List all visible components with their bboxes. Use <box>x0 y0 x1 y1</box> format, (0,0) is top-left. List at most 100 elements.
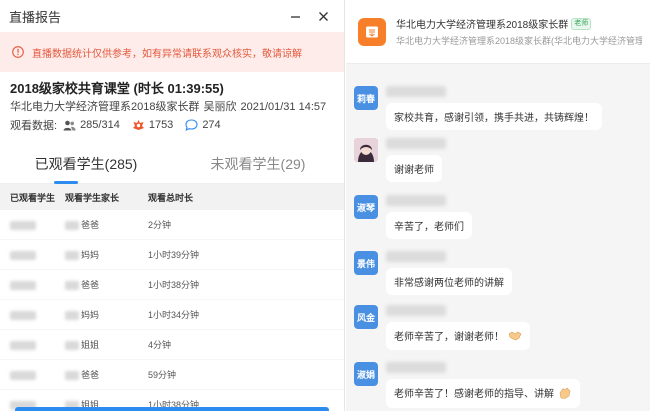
window-title: 直播报告 <box>9 9 62 25</box>
parent-relation: 爸爸 <box>81 220 100 230</box>
sender-name-blurred <box>386 362 446 373</box>
parent-relation: 爸爸 <box>81 370 100 380</box>
message-bubble[interactable]: 老师辛苦了！感谢老师的指导、讲解 <box>386 379 580 408</box>
parent-name-blurred <box>65 221 79 231</box>
chat-message: 风金 老师辛苦了，谢谢老师！ <box>354 305 530 351</box>
watch-stats: 观看数据: 285/314 1753 274 <box>10 116 334 134</box>
student-name-blurred <box>10 250 36 260</box>
sender-avatar[interactable]: 风金 <box>354 305 378 329</box>
report-info: 2018级家校共育课堂 (时长 01:39:55) 华北电力大学经济管理系201… <box>0 72 344 134</box>
likes-stat: 1753 <box>132 119 173 131</box>
likes-count: 1753 <box>148 119 174 131</box>
table-header: 已观看学生 观看学生家长 观看总时长 <box>0 184 344 210</box>
duration-cell: 1小时39分钟 <box>148 250 200 260</box>
duration-cell: 1小时34分钟 <box>148 310 200 320</box>
parent-name-blurred <box>65 311 79 321</box>
student-name-blurred <box>10 370 36 380</box>
table-row[interactable]: 妈妈 1小时34分钟 <box>0 300 344 330</box>
minimize-icon <box>290 15 300 18</box>
clap-emoji-icon <box>558 387 572 402</box>
table-row[interactable]: 爸爸 2分钟 <box>0 210 344 240</box>
comment-bubble-icon <box>185 119 198 131</box>
message-bubble[interactable]: 非常感谢两位老师的讲解 <box>386 268 512 295</box>
sender-name-blurred <box>386 138 446 149</box>
viewers-count: 285/314 <box>80 119 120 131</box>
sender-avatar[interactable]: 淑琴 <box>354 195 378 219</box>
teacher-badge: 老师 <box>571 17 592 30</box>
chat-group-name: 华北电力大学经济管理系2018级家长群 <box>396 20 569 31</box>
student-name-blurred <box>10 220 36 230</box>
student-name-blurred <box>10 280 36 290</box>
report-meta: 华北电力大学经济管理系2018级家长群 吴丽欣 2021/01/31 14:57 <box>10 98 334 114</box>
parent-relation: 妈妈 <box>81 310 100 320</box>
message-bubble[interactable]: 谢谢老师 <box>386 155 442 182</box>
duration-cell: 2分钟 <box>148 220 172 230</box>
host-name: 吴丽欣 <box>203 101 237 113</box>
parent-name-blurred <box>65 281 79 291</box>
girl-avatar-icon <box>354 138 378 162</box>
group-name: 华北电力大学经济管理系2018级家长群 <box>10 101 200 113</box>
parent-name-blurred <box>65 251 79 261</box>
sender-avatar[interactable]: 景伟 <box>354 251 378 275</box>
col-student: 已观看学生 <box>10 192 56 203</box>
handshake-emoji-icon <box>508 330 522 344</box>
people-icon <box>63 120 76 130</box>
chat-message: 莉春 家校共育，感谢引领，携手共进，共铸辉煌！ <box>354 86 602 130</box>
group-chat-panel: 华北电力大学经济管理系2018级家长群 老师 华北电力大学经济管理系2018级家… <box>346 0 650 411</box>
data-notice-banner: 直播数据统计仅供参考，如有异常请联系观众核实，敬请谅解 <box>0 32 344 72</box>
student-name-blurred <box>10 310 36 320</box>
duration-cell: 59分钟 <box>148 370 177 380</box>
table-row[interactable]: 妈妈 1小时39分钟 <box>0 240 344 270</box>
comments-stat: 274 <box>185 119 221 131</box>
group-avatar <box>358 17 386 46</box>
group-chat-header[interactable]: 华北电力大学经济管理系2018级家长群 老师 华北电力大学经济管理系2018级家… <box>346 0 650 64</box>
sender-name-blurred <box>386 86 446 97</box>
chat-message: 景伟 非常感谢两位老师的讲解 <box>354 251 512 295</box>
message-bubble[interactable]: 辛苦了，老师们 <box>386 212 472 239</box>
sender-name-blurred <box>386 195 446 206</box>
stats-label: 观看数据: <box>10 120 58 132</box>
close-icon <box>318 11 328 21</box>
live-report-panel: 直播报告 直播数据统计仅供参考，如有异常请联系观众核实，敬请谅解 2018级家校… <box>0 0 345 411</box>
col-parent: 观看学生家长 <box>65 192 120 203</box>
chat-message: 谢谢老师 <box>354 138 446 182</box>
table-row[interactable]: 姐姐 4分钟 <box>0 330 344 360</box>
course-title: 2018级家校共育课堂 (时长 01:39:55) <box>10 81 224 96</box>
student-tabs: 已观看学生(285) 未观看学生(29) <box>0 150 344 184</box>
notice-text: 直播数据统计仅供参考，如有异常请联系观众核实，敬请谅解 <box>32 48 302 60</box>
export-button-edge[interactable] <box>15 407 329 411</box>
chat-message: 淑琴 辛苦了，老师们 <box>354 195 472 239</box>
tab-watched[interactable]: 已观看学生(285) <box>0 150 172 184</box>
tab-not-watched[interactable]: 未观看学生(29) <box>172 150 344 183</box>
table-row[interactable]: 爸爸 1小时38分钟 <box>0 270 344 300</box>
chat-group-subtitle: 华北电力大学经济管理系2018级家长群(华北电力大学经济管理系2 <box>396 36 642 46</box>
student-name-blurred <box>10 340 36 350</box>
sender-name-blurred <box>386 251 446 262</box>
minimize-button[interactable] <box>284 5 306 27</box>
duration-cell: 1小时38分钟 <box>148 280 200 290</box>
table-body: 爸爸 2分钟 妈妈 1小时39分钟 爸爸 1小时38分钟 妈妈 1小时34分钟 … <box>0 210 344 411</box>
sender-avatar[interactable]: 淑娟 <box>354 362 378 386</box>
report-date: 2021/01/31 14:57 <box>240 101 327 113</box>
title-bar: 直播报告 <box>0 0 344 32</box>
warning-icon <box>12 46 24 58</box>
parent-name-blurred <box>65 341 79 351</box>
sender-name-blurred <box>386 305 446 316</box>
sender-avatar-photo[interactable] <box>354 138 378 162</box>
table-row[interactable]: 爸爸 59分钟 <box>0 360 344 390</box>
comments-count: 274 <box>202 119 221 131</box>
sender-avatar[interactable]: 莉春 <box>354 86 378 110</box>
group-book-icon <box>366 26 378 37</box>
parent-name-blurred <box>65 371 79 381</box>
chat-message: 淑娟 老师辛苦了！感谢老师的指导、讲解 <box>354 362 580 408</box>
message-bubble[interactable]: 老师辛苦了，谢谢老师！ <box>386 322 530 351</box>
flower-icon <box>132 120 144 130</box>
duration-cell: 4分钟 <box>148 340 172 350</box>
message-bubble[interactable]: 家校共育，感谢引领，携手共进，共铸辉煌！ <box>386 103 602 130</box>
close-button[interactable] <box>312 5 334 27</box>
viewers-stat: 285/314 <box>63 119 120 131</box>
parent-relation: 妈妈 <box>81 250 100 260</box>
parent-relation: 姐姐 <box>81 340 100 350</box>
parent-relation: 爸爸 <box>81 280 100 290</box>
col-duration: 观看总时长 <box>148 192 194 203</box>
